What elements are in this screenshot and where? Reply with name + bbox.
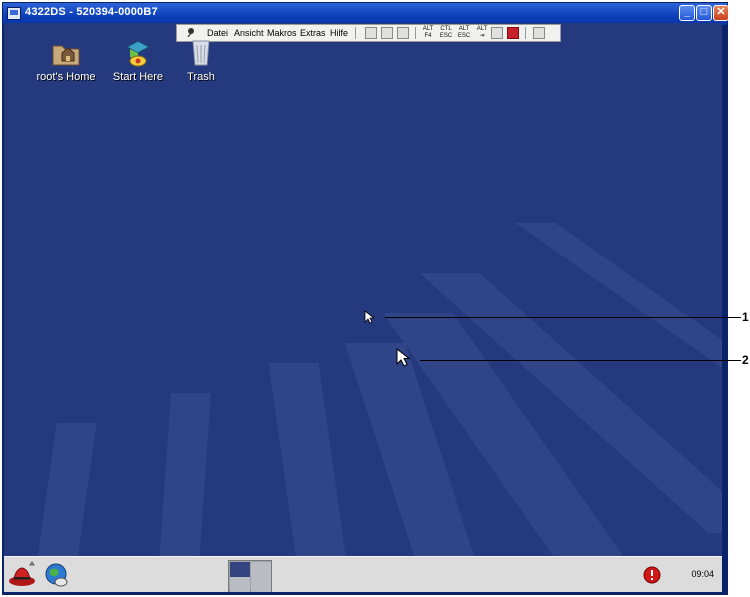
ctl-esc-button[interactable]: CTL ESC <box>438 26 454 40</box>
power-icon[interactable] <box>507 27 519 39</box>
icon-label: root's Home <box>36 71 96 83</box>
toolbar-separator <box>525 27 526 39</box>
desktop-icon-root-home[interactable]: root's Home <box>31 37 101 83</box>
mouse-sync-icon[interactable] <box>365 27 377 39</box>
clock[interactable]: 09:04 <box>691 569 714 579</box>
workspace-3[interactable] <box>230 577 250 592</box>
workspace-switcher[interactable] <box>228 560 272 592</box>
icon-label: Start Here <box>112 71 164 83</box>
toolbar-separator <box>355 27 356 39</box>
title-bar[interactable]: 4322DS - 520394-0000B7 _ □ ✕ <box>3 3 729 25</box>
window-icon <box>7 7 21 20</box>
callout-number-1: 1 <box>742 310 749 324</box>
home-folder-icon <box>50 37 82 69</box>
start-here-icon <box>122 37 154 69</box>
local-pointer-icon <box>396 348 410 367</box>
menu-hilfe[interactable]: Hilfe <box>330 28 348 38</box>
alert-notification-icon[interactable] <box>642 565 662 585</box>
desktop-icon-start-here[interactable]: Start Here <box>103 37 173 83</box>
workspace-2[interactable] <box>251 562 271 577</box>
wallpaper-ray <box>31 423 97 556</box>
close-button[interactable]: ✕ <box>713 5 729 21</box>
browser-globe-icon[interactable] <box>42 560 72 590</box>
taskbar: 09:04 <box>4 556 722 592</box>
alt-tab-button[interactable]: ALT ⇥ <box>474 26 490 40</box>
maximize-button[interactable]: □ <box>696 5 712 21</box>
callout-line-1 <box>385 317 741 318</box>
wallpaper-ray <box>268 363 350 556</box>
desktop-icon-trash[interactable]: Trash <box>166 37 236 83</box>
alt-esc-button[interactable]: ALT ESC <box>456 26 472 40</box>
screen-icon[interactable] <box>381 27 393 39</box>
window-title: 4322DS - 520394-0000B7 <box>25 6 158 18</box>
callout-number-2: 2 <box>742 353 749 367</box>
redhat-menu-icon[interactable] <box>8 559 38 589</box>
menu-extras[interactable]: Extras <box>300 28 326 38</box>
keyboard-icon[interactable] <box>491 27 503 39</box>
icon-label: Trash <box>187 71 215 83</box>
pointer-icon[interactable] <box>397 27 409 39</box>
desktop[interactable]: Datei Ansicht Makros Extras Hilfe ALT F4 … <box>4 23 722 556</box>
menu-ansicht[interactable]: Ansicht <box>234 28 264 38</box>
pin-icon[interactable] <box>186 27 196 37</box>
menu-makros[interactable]: Makros <box>267 28 297 38</box>
workspace-1[interactable] <box>230 562 250 577</box>
callout-line-2 <box>420 360 741 361</box>
wallpaper-ray <box>157 393 211 556</box>
trash-icon <box>185 37 217 69</box>
workspace-4[interactable] <box>251 577 271 592</box>
toolbar-separator <box>415 27 416 39</box>
minimize-button[interactable]: _ <box>679 5 695 21</box>
panel-icon[interactable] <box>533 27 545 39</box>
alt-f4-button[interactable]: ALT F4 <box>420 26 436 40</box>
remote-pointer-icon <box>364 310 374 324</box>
